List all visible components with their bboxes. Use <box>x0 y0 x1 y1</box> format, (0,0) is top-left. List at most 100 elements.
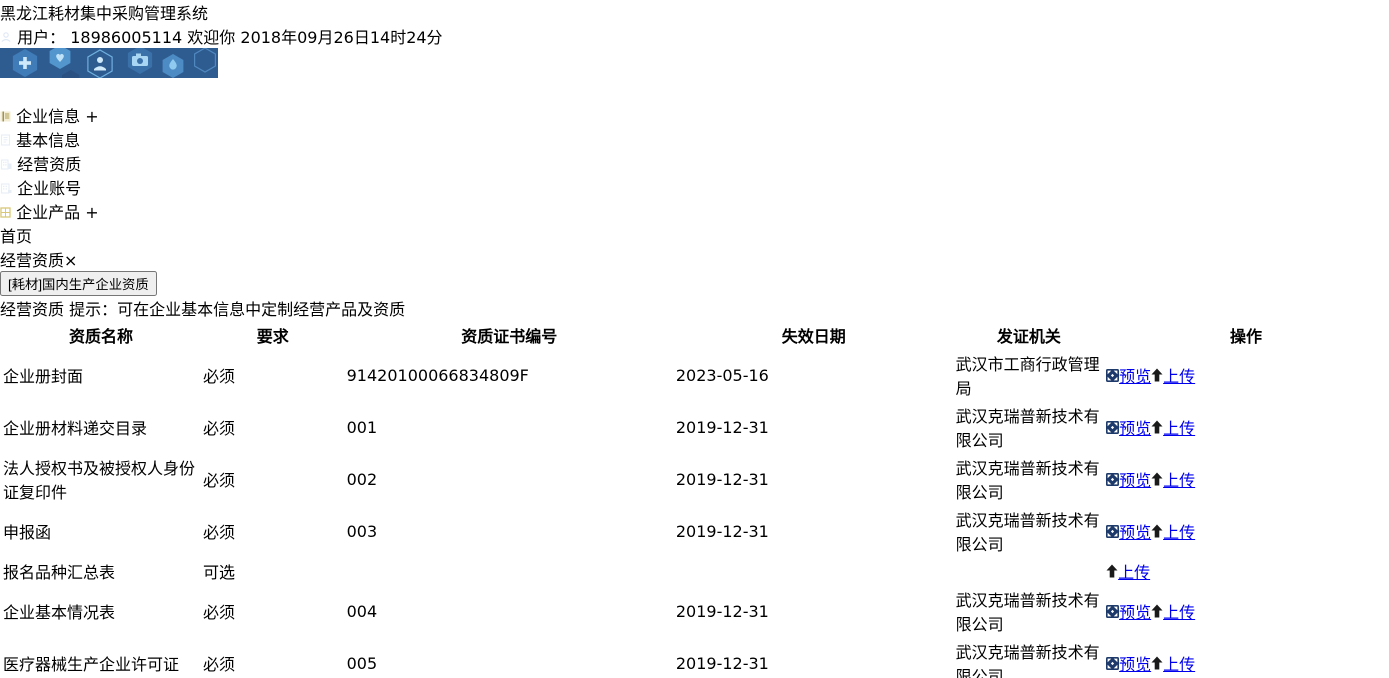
cell-name: 法人授权书及被授权人身份证复印件 <box>3 459 196 502</box>
preview-icon <box>1106 605 1120 618</box>
cell-name: 医疗器械生产企业许可证 <box>3 655 180 674</box>
bank-icon <box>0 179 17 198</box>
cell-operations: 上传 <box>1105 558 1387 584</box>
cell-name: 企业基本情况表 <box>3 603 116 622</box>
sidebar-item-basic-info[interactable]: 基本信息 <box>0 127 1389 151</box>
table-header-row: 资质名称 要求 资质证书编号 失效日期 发证机关 操作 <box>2 322 1387 348</box>
cell-requirement: 必须 <box>203 523 236 542</box>
cell-requirement: 必须 <box>203 367 236 386</box>
cell-expiry-date: 2019-12-31 <box>675 469 769 489</box>
category-panel: [耗材]国内生产企业资质 <box>0 271 1389 296</box>
preview-link[interactable]: 预览 <box>1106 419 1151 438</box>
info-icon[interactable] <box>0 82 22 103</box>
table-row: 报名品种汇总表 可选 上传 <box>2 558 1387 584</box>
expand-plus-icon[interactable]: + <box>85 107 98 126</box>
cell-issuer <box>955 558 1104 584</box>
cell-issuer: 武汉克瑞普新技术有限公司 <box>955 459 1100 502</box>
cell-issuer: 武汉市工商行政管理局 <box>955 355 1100 398</box>
column-header-issuer: 发证机关 <box>996 327 1061 346</box>
table-row: 企业册封面 必须 91420100066834809F 2023-05-16 武汉市工商… <box>2 350 1387 400</box>
cell-cert-number: 003 <box>346 521 378 541</box>
datetime-text: 2018年09月26日14时24分 <box>240 28 443 47</box>
cell-expiry-date: 2019-12-31 <box>675 417 769 437</box>
cell-operations: 预览 上传 <box>1105 506 1387 556</box>
tab-label: 首页 <box>0 227 33 246</box>
table-row: 企业基本情况表 必须 004 2019-12-31 武汉克瑞普新技术有限公司 预览 上传 <box>2 586 1387 636</box>
sidebar: 企业信息 + 基本信息 经营资质 企业账号 企业产品 + <box>0 103 1389 223</box>
upload-label: 上传 <box>1163 367 1196 386</box>
preview-label: 预览 <box>1119 471 1152 490</box>
app-window: 黑龙江耗材集中采购管理系统 用户： 18986005114 欢迎你 2018年0… <box>0 0 1389 678</box>
preview-label: 预览 <box>1119 419 1152 438</box>
cell-cert-number: 004 <box>346 601 378 621</box>
upload-link[interactable]: 上传 <box>1151 523 1195 542</box>
column-header-requirement: 要求 <box>256 327 289 346</box>
panel-header: 经营资质 提示：可在企业基本信息中定制经营产品及资质 <box>0 296 1389 320</box>
sidebar-group-company-info[interactable]: 企业信息 + <box>0 103 1389 127</box>
sidebar-group-label: 企业产品 <box>16 203 81 222</box>
sidebar-item-business-qualification[interactable]: 经营资质 <box>0 151 1389 175</box>
wood-frame: 黑龙江耗材集中采购管理系统 用户： 18986005114 欢迎你 2018年0… <box>0 0 1389 678</box>
upload-icon <box>1151 420 1163 434</box>
cell-requirement: 必须 <box>203 603 236 622</box>
cell-expiry-date: 2019-12-31 <box>675 653 769 673</box>
cell-expiry-date: 2019-12-31 <box>675 601 769 621</box>
preview-label: 预览 <box>1119 367 1152 386</box>
category-button[interactable]: [耗材]国内生产企业资质 <box>0 271 157 296</box>
cell-operations: 预览 上传 <box>1105 402 1387 452</box>
preview-link[interactable]: 预览 <box>1106 603 1151 622</box>
user-label: 用户： <box>17 28 66 47</box>
sidebar-group-company-products[interactable]: 企业产品 + <box>0 199 1389 223</box>
preview-icon <box>1106 369 1120 382</box>
cell-cert-number <box>346 558 673 584</box>
document-icon <box>0 131 16 150</box>
welcome-text: 欢迎你 <box>187 28 236 47</box>
preview-label: 预览 <box>1119 655 1152 674</box>
header-decoration <box>0 45 1389 85</box>
upload-link[interactable]: 上传 <box>1151 419 1195 438</box>
sidebar-group-label: 企业信息 <box>16 107 81 126</box>
user-phone: 18986005114 <box>70 28 183 47</box>
preview-label: 预览 <box>1119 523 1152 542</box>
preview-icon <box>1106 473 1120 486</box>
app-header: 黑龙江耗材集中采购管理系统 用户： 18986005114 欢迎你 2018年0… <box>0 0 1389 103</box>
preview-link[interactable]: 预览 <box>1106 367 1151 386</box>
content-area: [耗材]国内生产企业资质 经营资质 提示：可在企业基本信息中定制经营产品及资质 <box>0 271 1389 678</box>
cell-issuer: 武汉克瑞普新技术有限公司 <box>955 643 1100 678</box>
sidebar-item-label: 基本信息 <box>16 131 81 150</box>
tab-label: 经营资质 <box>0 251 65 270</box>
preview-link[interactable]: 预览 <box>1106 471 1151 490</box>
cell-issuer: 武汉克瑞普新技术有限公司 <box>955 511 1100 554</box>
upload-link[interactable]: 上传 <box>1151 367 1195 386</box>
section-title: 经营资质 <box>0 300 65 319</box>
upload-label: 上传 <box>1118 563 1151 582</box>
cell-requirement: 必须 <box>203 419 236 438</box>
upload-link[interactable]: 上传 <box>1151 471 1195 490</box>
upload-label: 上传 <box>1163 419 1196 438</box>
cell-issuer: 武汉克瑞普新技术有限公司 <box>955 591 1100 634</box>
sidebar-item-label: 经营资质 <box>17 155 82 174</box>
tab-business-qualification[interactable]: 经营资质× <box>0 247 1389 271</box>
preview-link[interactable]: 预览 <box>1106 523 1151 542</box>
upload-link[interactable]: 上传 <box>1151 655 1195 674</box>
user-icon <box>0 28 17 47</box>
user-menu-icon[interactable] <box>22 84 39 103</box>
close-tab-icon[interactable]: × <box>64 251 77 270</box>
cell-name: 企业册材料递交目录 <box>3 419 148 438</box>
table-row: 申报函 必须 003 2019-12-31 武汉克瑞普新技术有限公司 预览 上传 <box>2 506 1387 556</box>
upload-icon <box>1151 656 1163 670</box>
preview-icon <box>1106 421 1120 434</box>
upload-link[interactable]: 上传 <box>1151 603 1195 622</box>
expand-plus-icon[interactable]: + <box>85 203 98 222</box>
upload-link[interactable]: 上传 <box>1106 563 1150 582</box>
sidebar-item-company-account[interactable]: 企业账号 <box>0 175 1389 199</box>
cell-operations: 预览 上传 <box>1105 638 1387 678</box>
cell-name: 报名品种汇总表 <box>3 563 116 582</box>
tab-home[interactable]: 首页 <box>0 223 1389 247</box>
preview-link[interactable]: 预览 <box>1106 655 1151 674</box>
cell-expiry-date: 2019-12-31 <box>675 521 769 541</box>
building-icon <box>0 155 17 174</box>
table-row: 医疗器械生产企业许可证 必须 005 2019-12-31 武汉克瑞普新技术有限公司 预览… <box>2 638 1387 678</box>
qualification-panel: 经营资质 提示：可在企业基本信息中定制经营产品及资质 资质名称 要求 资质证书编… <box>0 296 1389 678</box>
cell-name: 企业册封面 <box>3 367 84 386</box>
